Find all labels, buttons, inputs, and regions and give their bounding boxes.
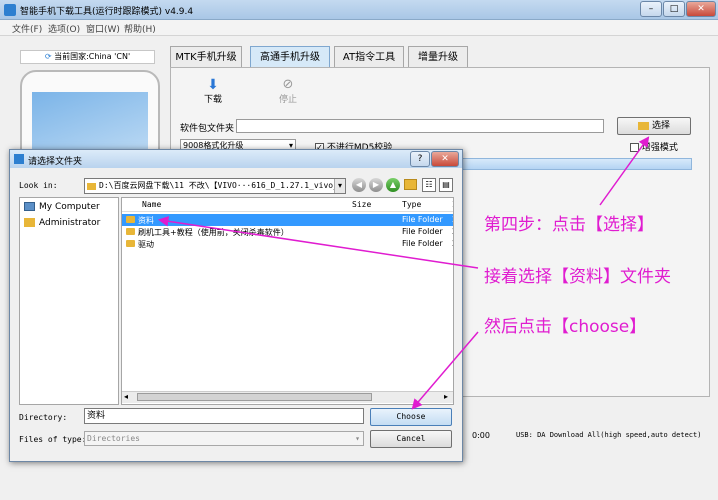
annotation-select-folder: 接着选择【资料】文件夹 [484, 267, 671, 287]
annotation-step4: 第四步：点击【选择】 [484, 215, 654, 235]
annotation-click-choose: 然后点击【choose】 [484, 317, 647, 337]
arrow-to-data-folder [157, 216, 479, 269]
annotation-arrows [157, 136, 650, 410]
arrow-to-select-button [599, 136, 650, 206]
arrow-to-choose-button [411, 331, 479, 410]
